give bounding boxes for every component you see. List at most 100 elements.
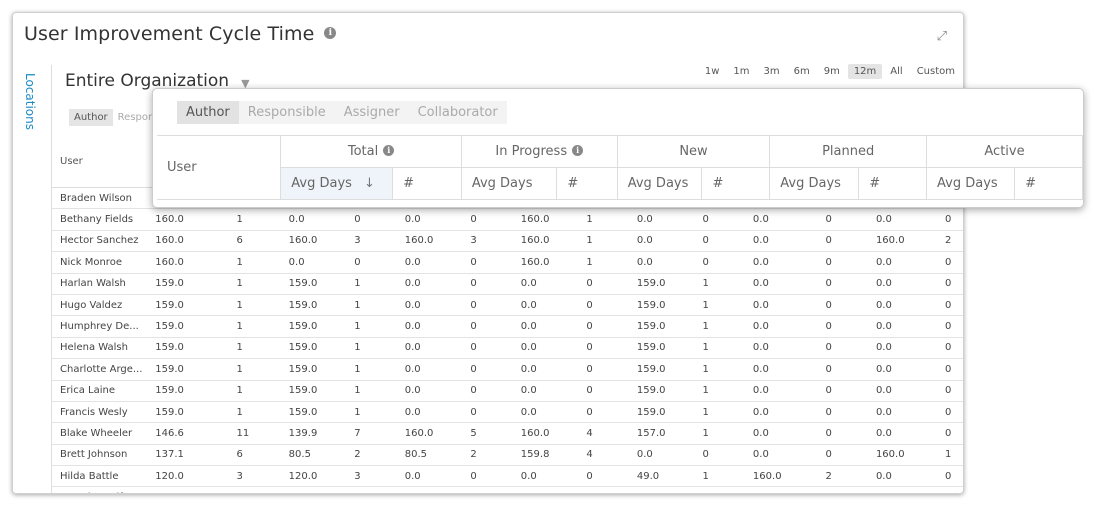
expand-icon[interactable]: ⤢ [937,29,947,44]
avg-days-label: Avg Days [291,176,352,191]
user-name-cell[interactable]: Hugo Valdez [52,294,148,317]
user-name-cell[interactable]: Charlotte Arge... [52,358,148,381]
count-cell: 0 [817,486,868,493]
count-cell: 0 [936,465,963,488]
avg-days-cell: 159.0 [147,358,229,381]
avg-days-cell: 0.0 [396,401,463,424]
avg-days-cell: 159.0 [147,380,229,402]
count-cell: 0 [817,273,868,295]
count-cell: 4 [578,444,629,467]
avg-days-cell: 0.0 [744,380,818,402]
table-row[interactable]: Helena Walsh 159.0 1 159.0 1 0.0 0 0.0 0 159.0 1 0.… [52,337,963,360]
user-name-cell[interactable]: Blake Wheeler [52,422,148,445]
range-1m[interactable]: 1m [727,64,755,79]
count-cell: 2 [462,444,513,467]
user-name-cell[interactable]: Nick Monroe [52,251,148,274]
count-cell: 1 [228,208,281,231]
count-cell: 1 [694,273,745,295]
count-cell: 0 [578,337,629,360]
range-3m[interactable]: 3m [757,64,785,79]
tab-collaborator[interactable]: Collaborator [409,101,507,124]
user-name-cell[interactable]: Horatio Serif [52,486,148,493]
avg-days-header[interactable]: Avg Days ↓ [280,167,394,200]
count-header[interactable]: # [1014,167,1083,200]
info-icon[interactable]: i [572,145,584,156]
zoomed-header-callout: Author Responsible Assigner Collaborator Us… [152,88,1084,208]
avg-days-cell: 0.0 [867,401,937,424]
info-icon[interactable]: i [383,145,395,156]
count-cell: 1 [694,401,745,424]
avg-days-header[interactable]: Avg Days [616,167,703,200]
table-row[interactable]: Harlan Walsh 159.0 1 159.0 1 0.0 0 0.0 0 159.0 1 0.… [52,273,963,295]
locations-tab[interactable]: Locations [23,73,37,130]
count-cell: 11 [228,422,281,445]
user-name-cell[interactable]: Hector Sanchez [52,230,148,253]
count-cell: 4 [578,422,629,445]
info-icon[interactable]: i [324,26,337,39]
user-name-cell[interactable]: Francis Wesly [52,401,148,424]
user-name-cell[interactable]: Humphrey De... [52,315,148,338]
table-row[interactable]: Horatio Serif120.0344.010.00145.3344.010… [52,486,963,493]
range-6m[interactable]: 6m [788,64,816,79]
user-name-cell[interactable]: Harlan Walsh [52,273,148,295]
count-cell: 0 [578,358,629,381]
tab-author[interactable]: Author [177,101,239,124]
table-row[interactable]: Blake Wheeler 146.6 11 139.9 7 160.0 5 160.0 4 15… [52,422,963,445]
group-header-new: New [616,135,771,168]
avg-days-cell: 0.0 [744,273,818,295]
group-header-total: Total i [280,135,462,168]
count-cell: 0 [936,486,963,493]
range-custom[interactable]: Custom [911,64,961,79]
count-cell: 1 [936,444,963,467]
sort-descending-icon[interactable]: ↓ [364,176,375,191]
range-all[interactable]: All [884,64,908,79]
count-cell: 0 [817,358,868,381]
count-header[interactable]: # [556,167,618,200]
table-row[interactable]: Erica Laine 159.0 1 159.0 1 0.0 0 0.0 0 159.0 1 0.0… [52,380,963,402]
avg-days-header[interactable]: Avg Days [926,167,1016,200]
avg-days-cell: 0.0 [396,251,463,274]
table-row[interactable]: Bethany Fields 160.0 1 0.0 0 0.0 0 160.0 1 0.0 0 0.… [52,208,963,231]
avg-days-cell: 159.0 [628,315,695,338]
avg-days-cell: 160.0 [744,465,818,488]
avg-days-cell: 159.0 [280,401,347,424]
count-header[interactable]: # [392,167,462,200]
user-name-cell[interactable]: Helena Walsh [52,337,148,360]
range-9m[interactable]: 9m [818,64,846,79]
user-name-cell[interactable]: Braden Wilson [52,187,148,210]
count-cell: 0 [936,294,963,317]
count-cell: 3 [346,230,397,253]
table-row[interactable]: Hector Sanchez 160.0 6 160.0 3 160.0 3 160.0 1 0.… [52,230,963,253]
range-1w[interactable]: 1w [699,64,726,79]
table-row[interactable]: Francis Wesly 159.0 1 159.0 1 0.0 0 0.0 0 159.0 1 0… [52,401,963,424]
avg-days-cell: 160.0 [147,251,229,274]
count-cell: 0 [462,486,513,493]
count-cell: 0 [817,444,868,467]
user-name-cell[interactable]: Hilda Battle [52,465,148,488]
tab-responsible[interactable]: Responsible [239,101,335,124]
user-name-cell[interactable]: Bethany Fields [52,208,148,231]
table-row[interactable]: Nick Monroe 160.0 1 0.0 0 0.0 0 160.0 1 0.0 0 0.0 0 0… [52,251,963,274]
user-column-header-zoomed[interactable]: User [157,135,282,200]
avg-days-label: Avg Days [627,176,689,191]
range-12m[interactable]: 12m [847,64,883,79]
user-name-cell[interactable]: Erica Laine [52,380,148,402]
count-cell: 1 [694,315,745,338]
avg-days-header[interactable]: Avg Days [460,167,558,200]
count-header[interactable]: # [858,167,928,200]
count-header[interactable]: # [701,167,771,200]
table-row[interactable]: Hugo Valdez 159.0 1 159.0 1 0.0 0 0.0 0 159.0 1 0.0… [52,294,963,317]
user-column-header[interactable]: User [52,135,148,188]
group-header-planned: Planned [769,135,928,168]
avg-days-header[interactable]: Avg Days [769,167,860,200]
tab-assigner[interactable]: Assigner [335,101,409,124]
small-tab-author[interactable]: Author [69,109,113,126]
avg-days-cell: 160.0 [867,444,937,467]
table-row[interactable]: Humphrey De... 159.0 1 159.0 1 0.0 0 0.0 0 159.0 1… [52,315,963,338]
table-row[interactable]: Hilda Battle 120.0 3 120.0 3 0.0 0 0.0 0 49.0 1 160… [52,465,963,488]
user-name-cell[interactable]: Brett Johnson [52,444,148,467]
avg-days-cell: 0.0 [396,273,463,295]
count-cell: 1 [228,401,281,424]
table-row[interactable]: Charlotte Arge... 159.0 1 159.0 1 0.0 0 0.0 0 159… [52,358,963,381]
table-row[interactable]: Brett Johnson 137.1 6 80.5 2 80.5 2 159.8 4 0.0 0 0… [52,444,963,467]
